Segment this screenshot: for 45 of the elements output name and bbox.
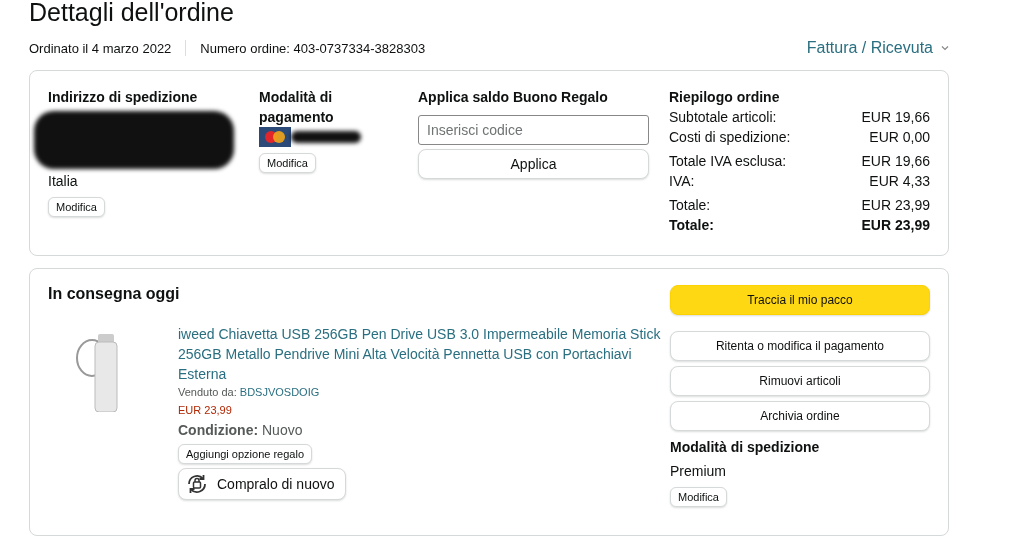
summary-value: EUR 23,99 [861,196,930,215]
summary-label: Totale: [669,196,711,215]
code-input-field[interactable]: Inserisci codice [418,115,649,145]
summary-value: EUR 0,00 [869,128,930,147]
section-heading: Riepilogo ordine [669,88,781,107]
action-button[interactable]: Ritenta o modifica il pagamento [670,331,930,361]
summary-label: IVA: [669,172,695,191]
invoice-link[interactable]: Fattura / Ricevuta [806,39,949,57]
order-date: Ordinato il 4 marzo 2022 [29,40,172,56]
delivery-status: In consegna oggi [48,285,181,303]
section-heading: Modalità di spedizione [670,438,821,457]
edit-button[interactable]: Modifica [259,153,316,173]
condition-label: Condizione: [178,422,259,438]
section-heading: Indirizzo di spedizione [48,88,199,107]
summary-value: EUR 23,99 [861,216,930,235]
condition-value: Nuovo [262,422,303,438]
apply-button[interactable]: Applica [418,149,649,179]
sold-by-label: Venduto da: [178,386,237,398]
seller-link[interactable]: BDSJVOSDOIG [239,386,320,398]
summary-value: EUR 19,66 [861,108,930,127]
gift-option-button[interactable]: Aggiungi opzione regalo [178,444,313,464]
summary-label: Totale IVA esclusa: [669,152,787,171]
summary-value: EUR 19,66 [861,152,930,171]
page-title: Dettagli dell'ordine [29,0,235,26]
summary-label: Subtotale articoli: [669,108,777,127]
summary-value: EUR 4,33 [869,172,930,191]
shipping-method-value: Premium [670,462,727,481]
edit-button[interactable]: Modifica [48,197,105,217]
track-package-button[interactable]: Traccia il mio pacco [670,285,930,315]
card-icon [259,127,291,147]
summary-label: Totale: [669,216,714,235]
action-button[interactable]: Archivia ordine [670,401,930,431]
order-number: Numero ordine: 403-0737334-3828303 [200,40,426,56]
redaction-scribble [291,131,361,143]
action-button[interactable]: Rimuovi articoli [670,366,930,396]
buy-again-button[interactable]: Compralo di nuovo [178,468,346,500]
reorder-icon [185,472,209,496]
caret-icon [941,45,949,51]
item-price: EUR 23,99 [178,404,233,416]
edit-button[interactable]: Modifica [670,487,727,507]
product-title-link[interactable]: iweed Chiavetta USB 256GB Pen Drive USB 3.0 Impermeabile Memoria Stick 256GB Metallo Pendrive Mini Alta Velocità Pennetta USB con Portachiavi Esterna [178,324,668,384]
address-country: Italia [48,172,79,191]
section-heading: Applica saldo Buono Regalo [418,88,609,107]
summary-label: Costi di spedizione: [669,128,791,147]
section-heading: Modalità di pagamento [259,88,335,127]
